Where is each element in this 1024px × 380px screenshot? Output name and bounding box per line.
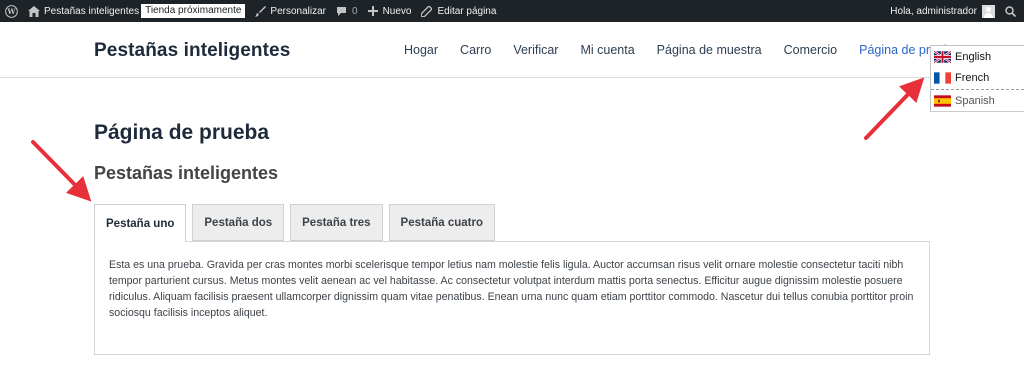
comment-icon bbox=[337, 6, 347, 16]
customize-label: Personalizar bbox=[270, 5, 327, 17]
wordpress-logo-icon[interactable]: W bbox=[0, 0, 23, 22]
pencil-icon bbox=[421, 5, 433, 17]
tab-three[interactable]: Pestaña tres bbox=[290, 204, 383, 241]
site-title[interactable]: Pestañas inteligentes bbox=[94, 40, 290, 62]
language-option-spanish[interactable]: Spanish bbox=[931, 89, 1024, 112]
home-icon bbox=[28, 5, 40, 17]
avatar bbox=[982, 4, 995, 18]
tab-one[interactable]: Pestaña uno bbox=[94, 204, 187, 242]
page-title: Página de prueba bbox=[94, 121, 270, 144]
nav-item-shop[interactable]: Comercio bbox=[784, 43, 838, 57]
comments-count: 0 bbox=[352, 5, 358, 17]
nav-item-checkout[interactable]: Verificar bbox=[513, 43, 558, 57]
site-header: Pestañas inteligentes Hogar Carro Verifi… bbox=[0, 22, 1024, 78]
arrow-to-tabs bbox=[31, 140, 92, 202]
admin-search-button[interactable] bbox=[1000, 0, 1024, 22]
plus-icon bbox=[367, 6, 378, 16]
admin-bar-site-link[interactable]: Pestañas inteligentes Tienda próximament… bbox=[23, 0, 250, 22]
language-switcher: English French Spanish bbox=[930, 45, 1024, 112]
search-icon bbox=[1005, 5, 1016, 17]
nav-item-sample-page[interactable]: Página de muestra bbox=[657, 43, 762, 57]
admin-bar: W Pestañas inteligentes Tienda próximame… bbox=[0, 0, 1024, 22]
nav-item-cart[interactable]: Carro bbox=[460, 43, 491, 57]
language-option-english[interactable]: English bbox=[931, 46, 1024, 67]
france-flag-icon bbox=[934, 71, 951, 84]
language-label: English bbox=[955, 50, 992, 63]
main-navigation: Hogar Carro Verificar Mi cuenta Página d… bbox=[404, 43, 958, 57]
admin-bar-site-name: Pestañas inteligentes bbox=[44, 5, 140, 17]
customize-link[interactable]: Personalizar bbox=[250, 0, 331, 22]
tab-bar: Pestaña uno Pestaña dos Pestaña tres Pes… bbox=[94, 204, 501, 242]
store-status-badge[interactable]: Tienda próximamente bbox=[141, 4, 246, 18]
tab-two[interactable]: Pestaña dos bbox=[192, 204, 285, 241]
uk-flag-icon bbox=[934, 50, 951, 63]
edit-page-link[interactable]: Editar página bbox=[416, 0, 501, 22]
brush-icon bbox=[255, 5, 267, 17]
language-label: French bbox=[955, 71, 990, 84]
greeting-text: Hola, administrador bbox=[890, 5, 977, 17]
edit-page-label: Editar página bbox=[437, 5, 497, 17]
account-menu[interactable]: Hola, administrador bbox=[885, 0, 1000, 22]
language-option-french[interactable]: French bbox=[931, 67, 1024, 88]
nav-item-my-account[interactable]: Mi cuenta bbox=[580, 43, 634, 57]
nav-item-home[interactable]: Hogar bbox=[404, 43, 438, 57]
section-title: Pestañas inteligentes bbox=[94, 163, 279, 183]
spain-flag-icon bbox=[934, 94, 951, 107]
comments-link[interactable]: 0 bbox=[331, 0, 363, 22]
tab-four[interactable]: Pestaña cuatro bbox=[388, 204, 495, 241]
language-label: Spanish bbox=[955, 94, 995, 107]
new-label: Nuevo bbox=[382, 5, 412, 17]
arrow-to-languages bbox=[864, 77, 925, 140]
svg-text:W: W bbox=[6, 7, 16, 16]
new-content-link[interactable]: Nuevo bbox=[363, 0, 417, 22]
tab-panel-content: Esta es una prueba. Gravida per cras mon… bbox=[94, 241, 930, 355]
